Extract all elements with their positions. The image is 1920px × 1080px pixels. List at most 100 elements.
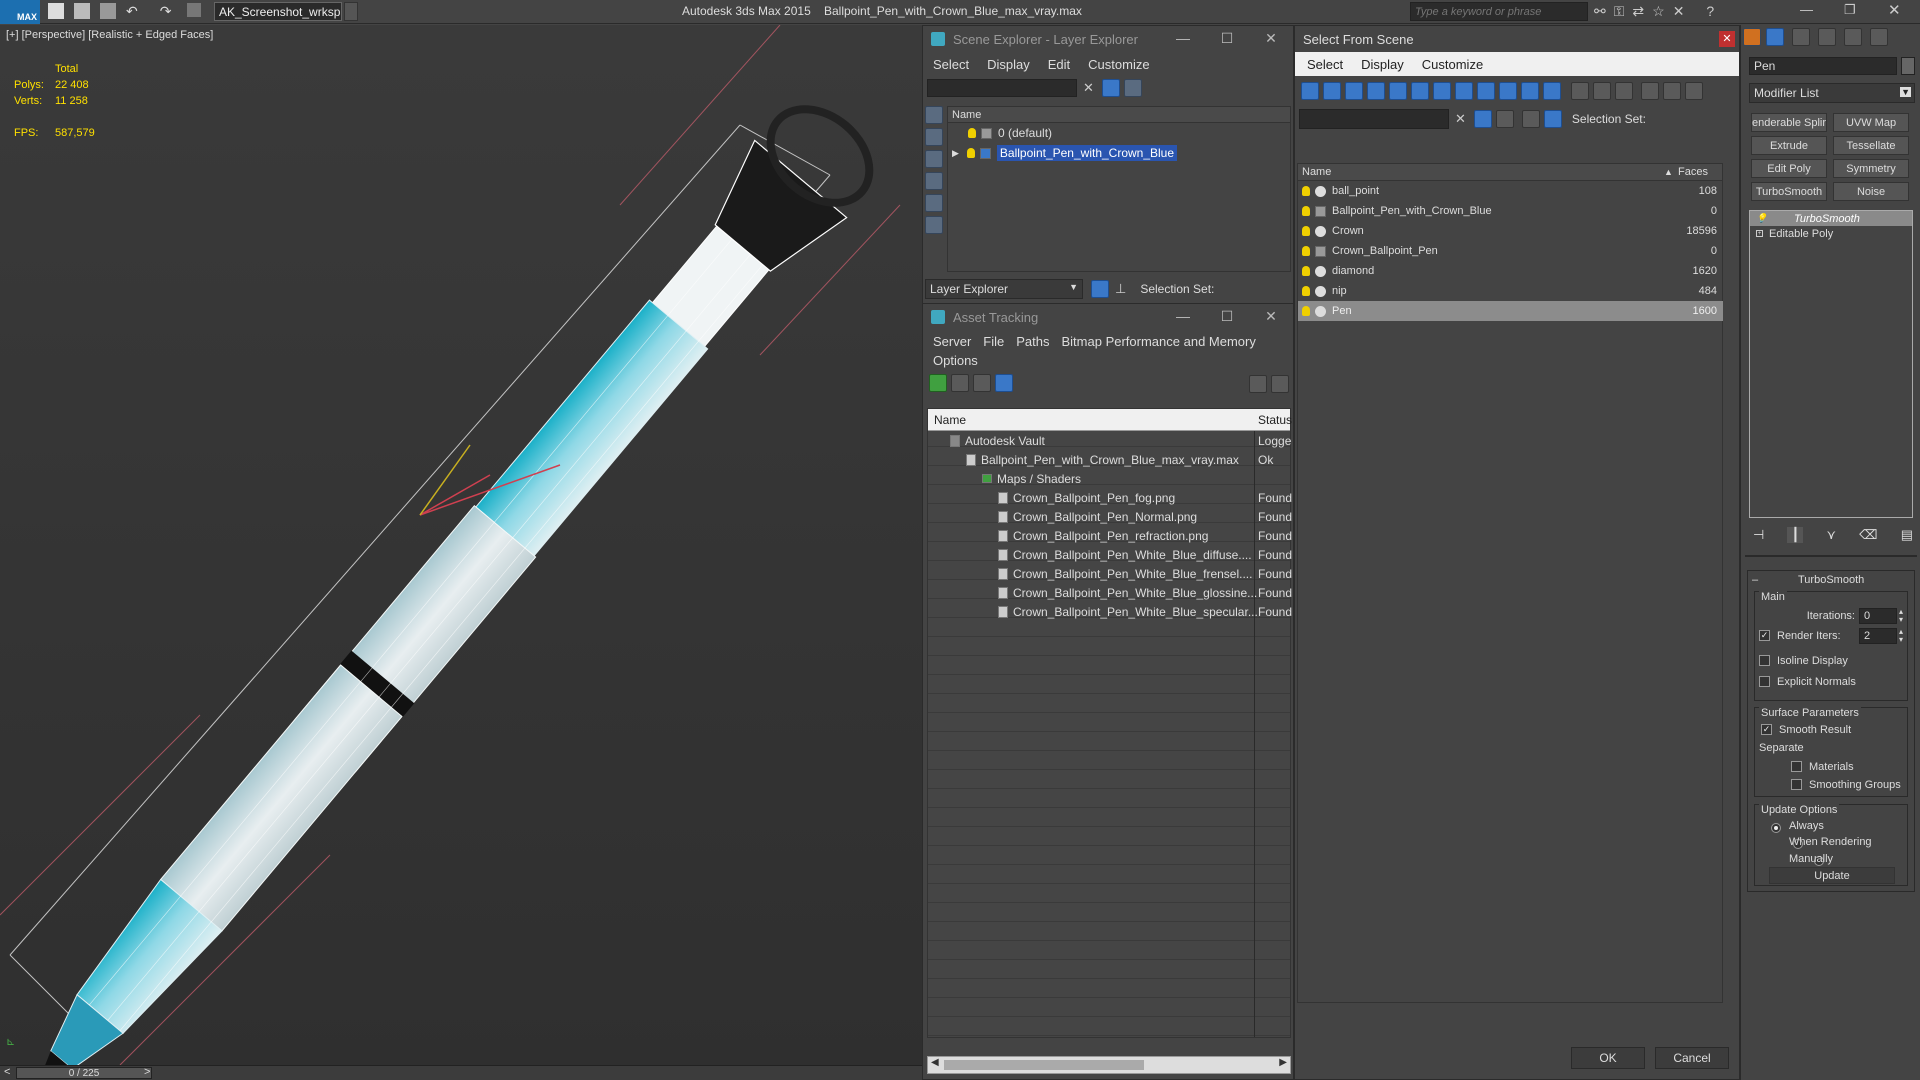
layer-manager-icon[interactable] <box>1091 280 1109 298</box>
light-bulb-icon[interactable] <box>966 148 975 158</box>
workspace-dropdown[interactable]: AK_Screenshot_wrksp <box>214 2 342 21</box>
display-tab-icon[interactable] <box>1844 28 1862 46</box>
binoculars-icon[interactable]: ⚯ <box>1594 3 1606 20</box>
spinner-arrows-icon[interactable]: ▴ ▾ <box>1899 608 1903 624</box>
table-view-icon[interactable] <box>995 374 1013 392</box>
close-button[interactable]: ✕ <box>1888 1 1901 19</box>
iterations-spinner[interactable] <box>1859 608 1897 624</box>
tools-icon[interactable]: ✕ <box>1673 3 1685 20</box>
light-bulb-icon[interactable] <box>1302 306 1310 316</box>
filter-groups-icon[interactable] <box>1433 82 1451 100</box>
menu-options[interactable]: Options <box>933 353 978 368</box>
column-header-status[interactable]: Status <box>1258 413 1292 427</box>
menu-server[interactable]: Server <box>933 334 971 349</box>
menu-select[interactable]: Select <box>933 57 969 72</box>
render-iters-checkbox[interactable]: ✓ <box>1759 630 1770 641</box>
pen-model[interactable] <box>0 25 922 1065</box>
select-none-icon[interactable] <box>1593 82 1611 100</box>
modifier-button-turbosmooth[interactable]: TurboSmooth <box>1751 182 1827 201</box>
horizontal-scrollbar[interactable]: ◀ ▶ <box>927 1056 1291 1074</box>
light-bulb-icon[interactable] <box>1302 286 1310 296</box>
utilities-tab-icon[interactable] <box>1870 28 1888 46</box>
menu-display[interactable]: Display <box>987 57 1030 72</box>
settings-icon[interactable] <box>1271 375 1289 393</box>
scene-explorer-window[interactable]: Scene Explorer - Layer Explorer — ☐ ✕ Se… <box>922 25 1294 307</box>
minimize-button[interactable]: — <box>1173 308 1193 324</box>
layer-icon-2[interactable] <box>1521 110 1540 128</box>
object-row[interactable]: Ballpoint_Pen_with_Crown_Blue 0 <box>1298 201 1723 221</box>
rollout-header[interactable]: – TurboSmooth <box>1748 571 1914 589</box>
save-icon[interactable] <box>100 3 116 19</box>
asset-row[interactable]: Crown_Ballpoint_Pen_fog.png Found <box>928 488 1292 507</box>
maximize-button[interactable]: ☐ <box>1217 30 1237 47</box>
hierarchy-icon[interactable]: ⊥ <box>1115 281 1126 297</box>
menu-customize[interactable]: Customize <box>1422 57 1483 72</box>
object-row[interactable]: diamond 1620 <box>1298 261 1723 281</box>
light-bulb-icon[interactable] <box>968 128 976 138</box>
filter-frozen-icon[interactable] <box>1521 82 1539 100</box>
column-header-faces[interactable]: Faces <box>1678 166 1708 178</box>
column-header-name[interactable]: Name <box>948 107 1290 123</box>
asset-tracking-titlebar[interactable]: Asset Tracking — ☐ ✕ <box>923 304 1293 331</box>
smooth-result-checkbox[interactable]: ✓ <box>1761 724 1772 735</box>
asset-tracking-window[interactable]: Asset Tracking — ☐ ✕ Server File Paths B… <box>922 303 1294 1080</box>
layer-row[interactable]: 0 (default) <box>948 123 1290 143</box>
workspace-menu-button[interactable] <box>344 2 358 21</box>
menu-customize[interactable]: Customize <box>1088 57 1149 72</box>
modifier-button-tessellate[interactable]: Tessellate <box>1833 136 1909 155</box>
remove-modifier-icon[interactable]: ⌫ <box>1859 527 1877 543</box>
explicit-normals-checkbox[interactable] <box>1759 676 1770 687</box>
star-icon[interactable]: ☆ <box>1652 3 1665 20</box>
asset-row[interactable]: Crown_Ballpoint_Pen_White_Blue_frensel..… <box>928 564 1292 583</box>
modifier-button-uvw-map[interactable]: UVW Map <box>1833 113 1909 132</box>
asset-row[interactable]: Crown_Ballpoint_Pen_Normal.png Found <box>928 507 1292 526</box>
select-from-scene-dialog[interactable]: Select From Scene ✕ Select Display Custo… <box>1294 25 1740 1080</box>
ok-button[interactable]: OK <box>1571 1047 1645 1069</box>
time-slider-thumb[interactable]: 0 / 225 <box>16 1067 152 1079</box>
search-input[interactable] <box>1410 2 1588 21</box>
modifier-button-renderable-spline[interactable]: enderable Splir <box>1751 113 1827 132</box>
asset-table[interactable]: Name Status Autodesk Vault Logge Ballpoint… <box>927 408 1292 1038</box>
modifier-list-dropdown[interactable]: Modifier List ▼ <box>1749 83 1915 103</box>
update-button[interactable]: Update <box>1769 867 1895 884</box>
asset-row[interactable]: Crown_Ballpoint_Pen_White_Blue_specular.… <box>928 602 1292 621</box>
filter-xrefs-icon[interactable] <box>1455 82 1473 100</box>
filter-containers-icon[interactable] <box>1499 82 1517 100</box>
filter-helpers-icon[interactable] <box>1389 82 1407 100</box>
object-row[interactable]: nip 484 <box>1298 281 1723 301</box>
light-bulb-icon[interactable] <box>1302 226 1310 236</box>
light-bulb-icon[interactable] <box>1302 266 1310 276</box>
explorer-type-dropdown[interactable]: Layer Explorer ▼ <box>925 279 1083 299</box>
scroll-left-icon[interactable]: ◀ <box>931 1057 939 1068</box>
open-file-icon[interactable] <box>74 3 90 19</box>
spinner-arrows-icon[interactable]: ▴ ▾ <box>1899 628 1903 644</box>
motion-tab-icon[interactable] <box>1818 28 1836 46</box>
modifier-button-edit-poly[interactable]: Edit Poly <box>1751 159 1827 178</box>
display-cameras-icon[interactable] <box>925 194 943 212</box>
light-bulb-icon[interactable] <box>1302 186 1310 196</box>
display-lights-icon[interactable] <box>925 172 943 190</box>
filter-bones-icon[interactable] <box>1477 82 1495 100</box>
new-file-icon[interactable] <box>48 3 64 19</box>
menu-display[interactable]: Display <box>1361 57 1404 72</box>
lightbulb-icon[interactable]: 💡 <box>1756 213 1767 224</box>
maximize-button[interactable]: ☐ <box>1217 308 1237 325</box>
modifier-button-symmetry[interactable]: Symmetry <box>1833 159 1909 178</box>
collapse-icon[interactable] <box>1685 82 1703 100</box>
make-unique-icon[interactable]: ⋎ <box>1826 527 1836 543</box>
thumbnail-view-icon[interactable] <box>973 374 991 392</box>
configure-sets-icon[interactable]: ▤ <box>1901 527 1913 543</box>
filter-hidden-icon[interactable] <box>1543 82 1561 100</box>
asset-row[interactable]: Ballpoint_Pen_with_Crown_Blue_max_vray.m… <box>928 450 1290 469</box>
menu-select[interactable]: Select <box>1307 57 1343 72</box>
object-row[interactable]: ball_point 108 <box>1298 181 1723 201</box>
filter-icon[interactable] <box>1473 110 1492 128</box>
render-iters-spinner[interactable] <box>1859 628 1897 644</box>
expand-plus-icon[interactable]: + <box>1756 230 1763 237</box>
time-slider[interactable]: < 0 / 225 > <box>0 1065 922 1080</box>
light-bulb-icon[interactable] <box>1302 246 1310 256</box>
filter-cameras-icon[interactable] <box>1367 82 1385 100</box>
isoline-checkbox[interactable] <box>1759 655 1770 666</box>
clear-icon[interactable]: ✕ <box>1083 80 1094 96</box>
asset-row[interactable]: Crown_Ballpoint_Pen_refraction.png Found <box>928 526 1292 545</box>
